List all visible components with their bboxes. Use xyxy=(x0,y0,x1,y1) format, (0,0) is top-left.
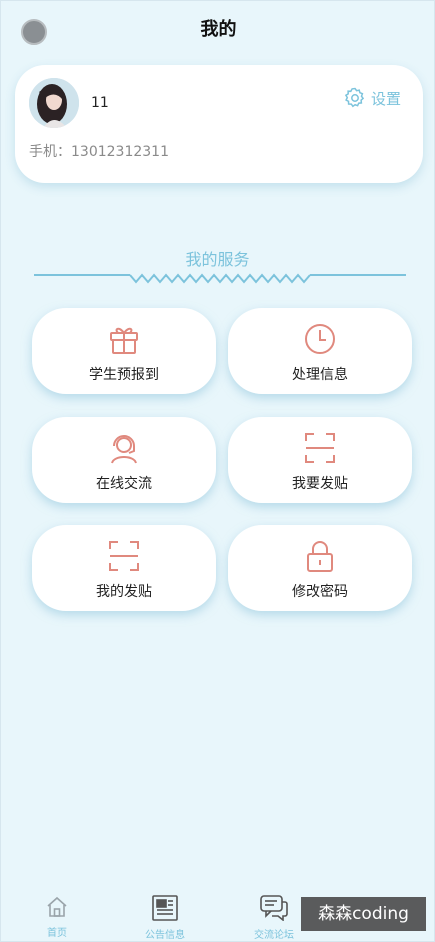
news-icon xyxy=(152,895,178,921)
phone-number: 13012312311 xyxy=(71,144,169,160)
service-my-posts-button[interactable]: 我的发贴 xyxy=(32,525,216,611)
tab-announcements[interactable]: 公告信息 xyxy=(141,895,189,941)
service-change-password-button[interactable]: 修改密码 xyxy=(228,525,412,611)
service-label: 处理信息 xyxy=(292,367,348,383)
tab-label: 交流论坛 xyxy=(254,930,294,941)
service-label: 在线交流 xyxy=(96,476,152,492)
avatar[interactable] xyxy=(29,78,79,128)
tab-forum[interactable]: 交流论坛 xyxy=(250,895,298,941)
clock-icon xyxy=(305,324,335,354)
scan-frame-icon xyxy=(305,433,335,463)
profile-card: 11 设置 手机：13012312311 xyxy=(15,65,423,183)
service-student-preregister-button[interactable]: 学生预报到 xyxy=(32,308,216,394)
watermark: 森森coding xyxy=(301,897,426,931)
tab-label: 首页 xyxy=(47,928,67,939)
settings-button[interactable]: 设置 xyxy=(343,86,401,110)
phone-row: 手机：13012312311 xyxy=(29,141,169,161)
header: 我的 xyxy=(1,1,435,55)
scan-frame-icon xyxy=(109,541,139,571)
home-icon xyxy=(47,896,67,917)
service-new-post-button[interactable]: 我要发贴 xyxy=(228,417,412,503)
headset-support-icon xyxy=(111,435,137,464)
wave-divider xyxy=(34,273,406,284)
service-online-chat-button[interactable]: 在线交流 xyxy=(32,417,216,503)
lock-icon xyxy=(307,541,333,572)
service-label: 修改密码 xyxy=(292,584,348,600)
service-process-info-button[interactable]: 处理信息 xyxy=(228,308,412,394)
service-label: 学生预报到 xyxy=(89,367,159,383)
chat-icon xyxy=(260,895,288,922)
gift-icon xyxy=(110,327,138,354)
username: 11 xyxy=(91,95,109,111)
settings-label: 设置 xyxy=(370,89,401,108)
tab-label: 公告信息 xyxy=(145,930,185,941)
tab-home[interactable]: 首页 xyxy=(39,895,75,939)
service-label: 我要发贴 xyxy=(292,476,348,492)
phone-label: 手机： xyxy=(29,144,71,160)
service-label: 我的发贴 xyxy=(96,584,152,600)
gear-icon xyxy=(344,87,365,108)
page-title: 我的 xyxy=(200,19,237,40)
